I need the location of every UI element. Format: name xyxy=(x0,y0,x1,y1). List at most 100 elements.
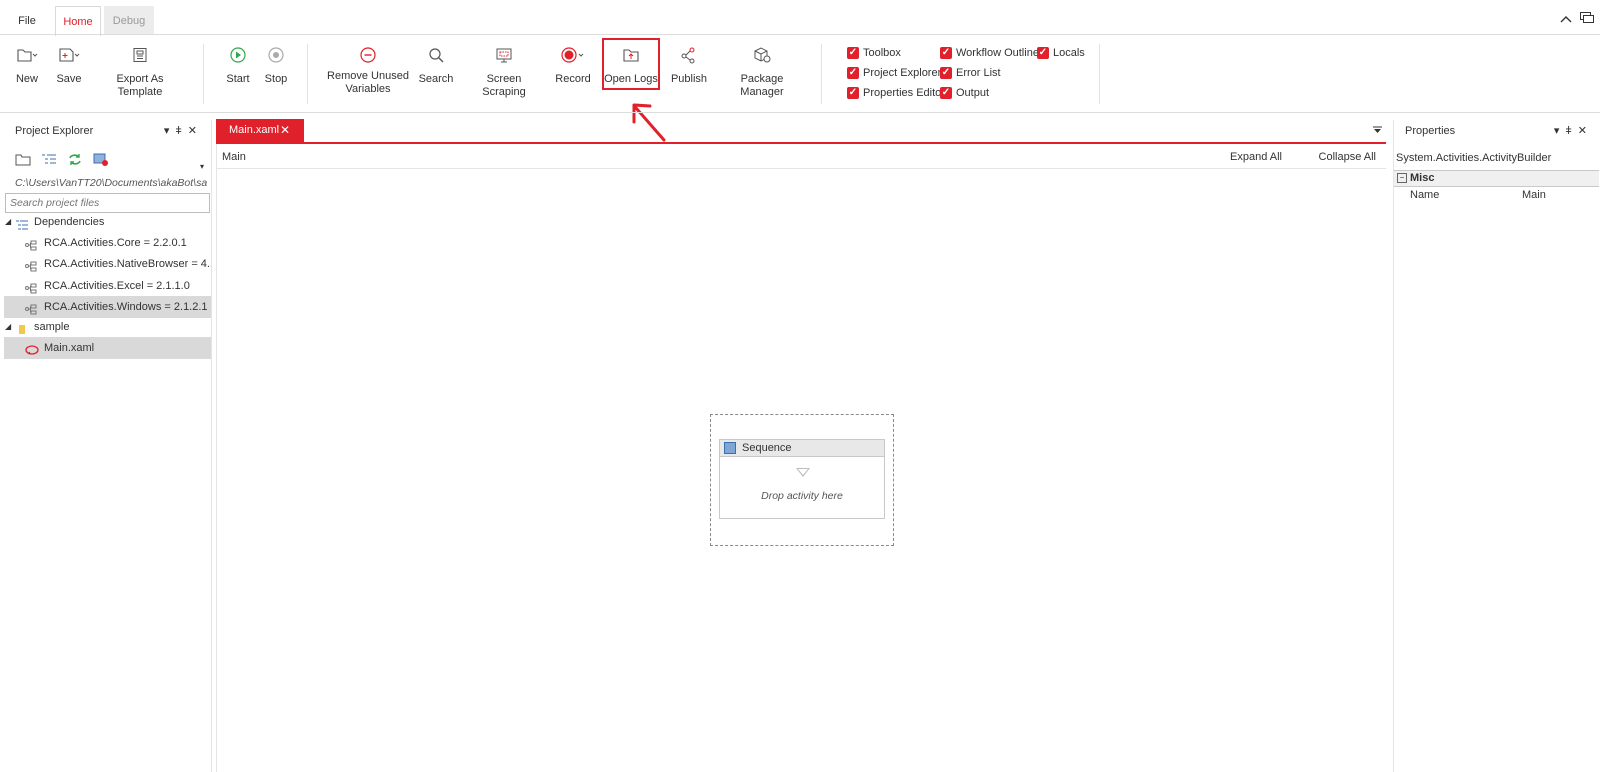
sequence-header[interactable]: Sequence xyxy=(720,440,884,457)
remove-unused-label: Remove Unused Variables xyxy=(327,70,409,95)
tree-item-dependency[interactable]: RCA.Activities.Core = 2.2.0.1 xyxy=(4,232,211,254)
close-icon[interactable]: ✕ xyxy=(188,125,203,137)
project-explorer-checkbox[interactable]: ✓ Project Explorer xyxy=(847,65,941,81)
property-grid: − Misc Name Main xyxy=(1394,170,1599,203)
start-label: Start xyxy=(226,73,250,85)
remove-unused-variables-button[interactable]: Remove Unused Variables xyxy=(327,44,409,96)
sequence-icon xyxy=(724,442,736,454)
tab-main-xaml[interactable]: Main.xaml ✕ xyxy=(216,119,304,142)
dropdown-icon[interactable]: ▾ xyxy=(1554,125,1566,137)
dropdown-icon[interactable]: ▾ xyxy=(164,125,176,137)
tab-home[interactable]: Home xyxy=(55,6,101,36)
publish-button[interactable]: Publish xyxy=(670,44,708,86)
expand-tree-icon[interactable] xyxy=(40,152,58,166)
breadcrumb[interactable]: Main xyxy=(222,151,246,163)
workflow-outline-checkbox[interactable]: ✓ Workflow Outline xyxy=(940,45,1039,61)
ribbon-top-divider xyxy=(0,34,1600,35)
tree-item-dependencies[interactable]: ◢ Dependencies xyxy=(4,211,211,233)
pin-icon[interactable]: ǂ xyxy=(175,125,187,137)
save-label: Save xyxy=(56,73,82,85)
start-button[interactable]: Start xyxy=(224,44,252,86)
check-icon: ✓ xyxy=(940,87,952,99)
check-icon: ✓ xyxy=(847,47,859,59)
open-folder-icon[interactable] xyxy=(14,152,32,166)
search-label: Search xyxy=(418,73,454,85)
stop-button[interactable]: Stop xyxy=(262,44,290,86)
tab-debug[interactable]: Debug xyxy=(104,6,154,34)
check-icon: ✓ xyxy=(847,87,859,99)
save-button[interactable]: Save xyxy=(54,44,84,86)
ribbon-separator xyxy=(1099,44,1100,104)
record-button[interactable]: Record xyxy=(554,44,592,86)
dependency-label: RCA.Activities.Windows = 2.1.2.1 xyxy=(44,301,208,313)
collapse-ribbon-icon[interactable] xyxy=(1560,12,1572,27)
search-button[interactable]: Search xyxy=(418,44,454,86)
properties-panel: Properties ▾ǂ✕ System.Activities.Activit… xyxy=(1393,120,1600,772)
project-explorer-panel: Project Explorer ▾ǂ✕ ▾ C:\Users\VanTT20\… xyxy=(4,120,212,772)
screen-scraping-label: Screen Scraping xyxy=(482,73,526,98)
template-icon xyxy=(96,44,184,66)
output-checkbox[interactable]: ✓ Output xyxy=(940,85,989,101)
save-icon xyxy=(54,44,84,66)
tab-list-dropdown-icon[interactable] xyxy=(1373,126,1382,137)
tree-item-folder[interactable]: ◢ sample xyxy=(4,316,211,338)
folder-label: sample xyxy=(34,321,70,333)
locals-checkbox[interactable]: ✓ Locals xyxy=(1037,45,1085,61)
project-explorer-title: Project Explorer xyxy=(15,125,94,137)
project-path: C:\Users\VanTT20\Documents\akaBot\samp xyxy=(15,177,207,189)
error-list-label: Error List xyxy=(956,67,1001,79)
expand-all-button[interactable]: Expand All xyxy=(1230,151,1282,163)
designer-header: Main Expand All Collapse All xyxy=(216,145,1386,169)
workflow-outline-label: Workflow Outline xyxy=(956,47,1039,59)
package-manager-button[interactable]: Package Manager xyxy=(720,44,804,99)
tree-item-dependency[interactable]: RCA.Activities.NativeBrowser = 4.1.0.1 xyxy=(4,253,211,275)
collapse-all-button[interactable]: Collapse All xyxy=(1319,151,1376,163)
package-icon xyxy=(720,44,804,66)
ribbon-separator xyxy=(307,44,308,104)
check-icon: ✓ xyxy=(1037,47,1049,59)
workflow-root-container[interactable]: Sequence Drop activity here xyxy=(710,414,894,546)
properties-editor-checkbox[interactable]: ✓ Properties Editor xyxy=(847,85,945,101)
check-icon: ✓ xyxy=(940,47,952,59)
feedback-icon[interactable] xyxy=(1580,12,1594,28)
tree-item-dependency[interactable]: RCA.Activities.Windows = 2.1.2.1 xyxy=(4,296,211,318)
check-icon: ✓ xyxy=(940,67,952,79)
record-icon xyxy=(554,44,592,66)
property-value[interactable]: Main xyxy=(1522,187,1546,204)
close-tab-icon[interactable]: ✕ xyxy=(280,119,290,142)
collapse-category-icon[interactable]: − xyxy=(1397,173,1407,183)
new-button[interactable]: New xyxy=(12,44,42,86)
annotation-arrow-icon xyxy=(632,103,666,142)
ribbon-separator xyxy=(203,44,204,104)
properties-header: Properties ▾ǂ✕ xyxy=(1394,120,1600,142)
close-icon[interactable]: ✕ xyxy=(1578,125,1593,137)
tree-item-main-xaml[interactable]: Main.xaml xyxy=(4,337,211,359)
tree-item-dependency[interactable]: RCA.Activities.Excel = 2.1.1.0 xyxy=(4,275,211,297)
property-name: Name xyxy=(1410,189,1440,201)
error-list-checkbox[interactable]: ✓ Error List xyxy=(940,65,1001,81)
screen-scraping-button[interactable]: Screen Scraping xyxy=(466,44,542,99)
share-icon xyxy=(670,44,708,66)
output-label: Output xyxy=(956,87,990,99)
stop-icon xyxy=(262,44,290,66)
property-category[interactable]: − Misc xyxy=(1394,171,1599,187)
play-icon xyxy=(224,44,252,66)
toolbox-checkbox[interactable]: ✓ Toolbox xyxy=(847,45,901,61)
toolbar-overflow-icon[interactable]: ▾ xyxy=(200,162,204,171)
properties-object-type: System.Activities.ActivityBuilder xyxy=(1396,152,1552,164)
refresh-icon[interactable] xyxy=(66,152,84,166)
dependencies-label: Dependencies xyxy=(34,216,105,228)
sequence-activity[interactable]: Sequence Drop activity here xyxy=(719,439,885,519)
ribbon-bottom-divider xyxy=(0,112,1600,113)
screen-scraping-icon xyxy=(466,44,542,66)
search-project-files-input[interactable] xyxy=(5,193,210,213)
export-template-button[interactable]: Export As Template xyxy=(96,44,184,99)
remove-file-icon[interactable] xyxy=(92,152,110,166)
collapse-arrow-icon[interactable]: ◢ xyxy=(5,211,11,233)
dependency-label: RCA.Activities.Core = 2.2.0.1 xyxy=(44,237,187,249)
tab-file[interactable]: File xyxy=(7,6,47,34)
property-row[interactable]: Name Main xyxy=(1394,187,1599,204)
pin-icon[interactable]: ǂ xyxy=(1565,125,1577,137)
collapse-arrow-icon[interactable]: ◢ xyxy=(5,316,11,338)
ribbon-separator xyxy=(821,44,822,104)
